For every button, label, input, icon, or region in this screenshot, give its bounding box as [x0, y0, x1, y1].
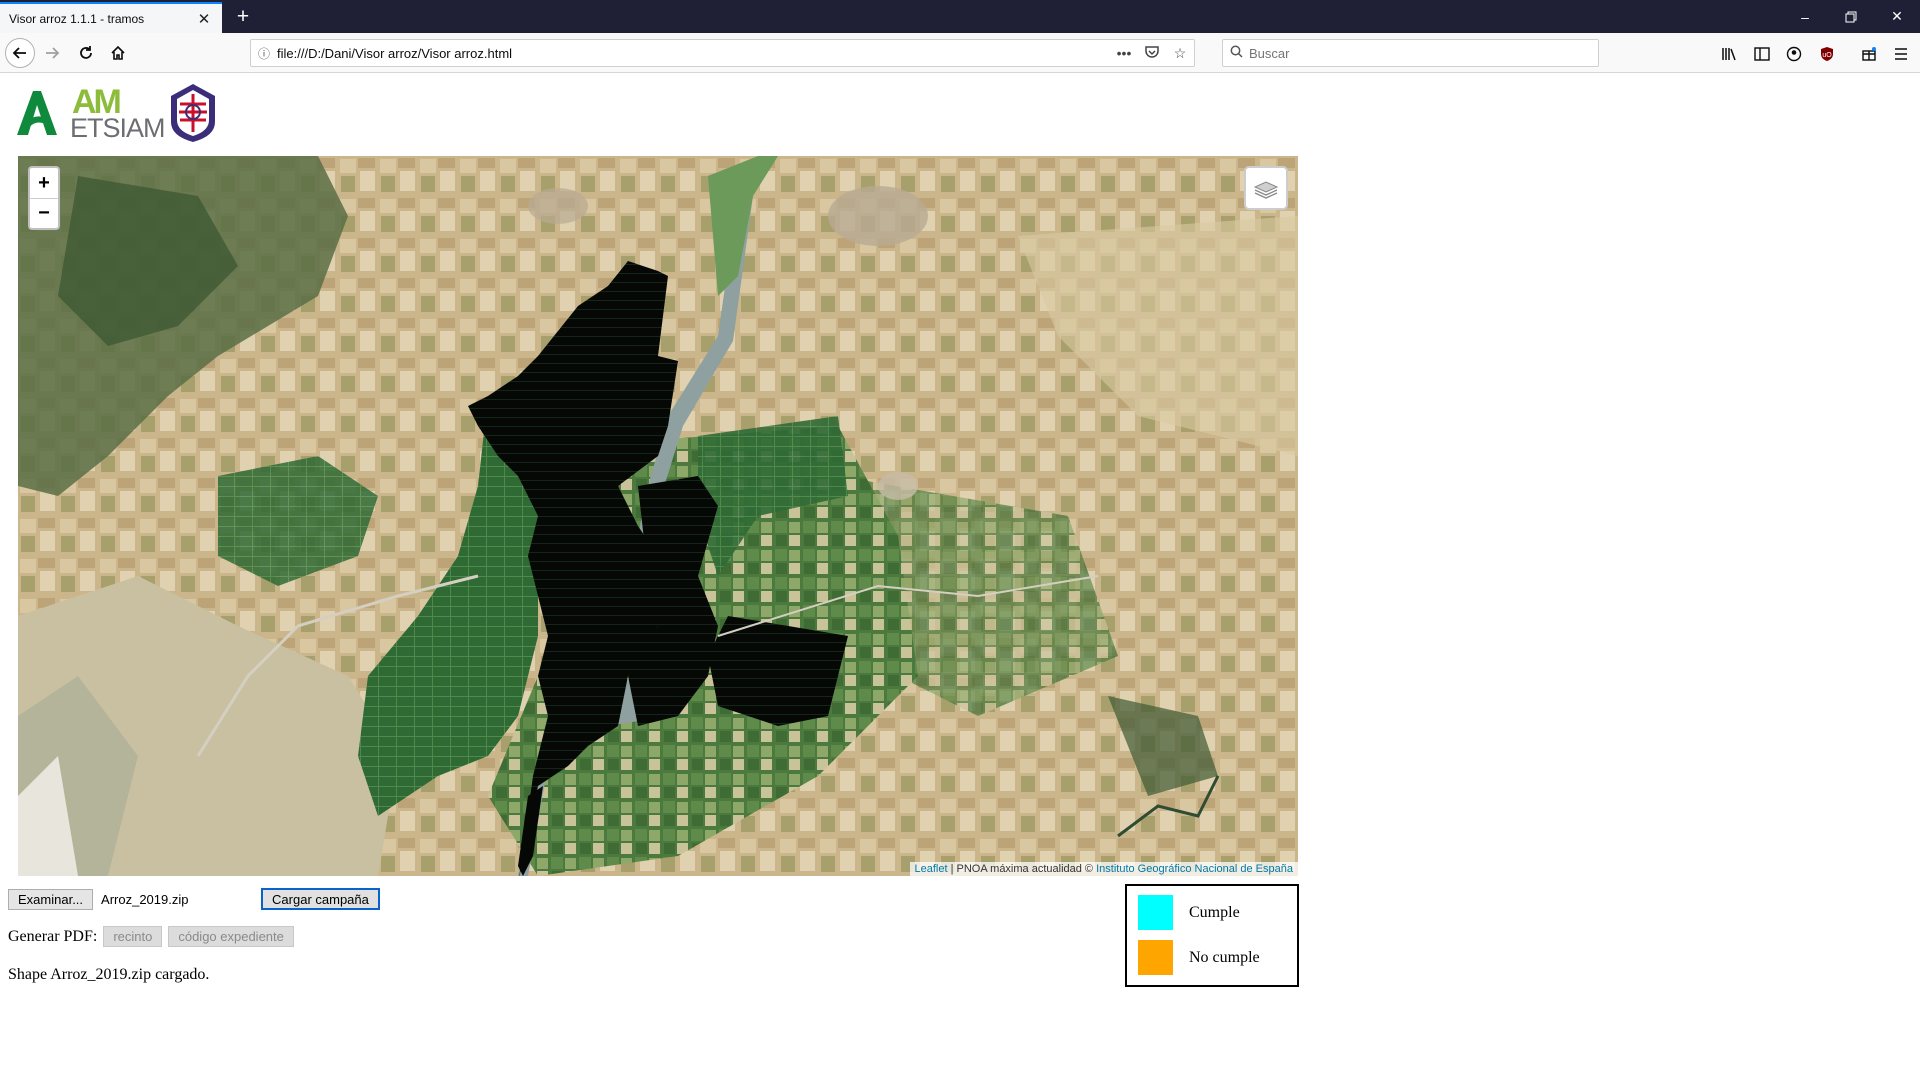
svg-text:uO: uO [1822, 52, 1832, 59]
generate-pdf-label: Generar PDF: [8, 927, 98, 945]
ublock-icon[interactable]: uO [1816, 43, 1838, 65]
extensions-icon[interactable] [1858, 43, 1880, 65]
legend-item: Cumple [1138, 895, 1240, 930]
status-message: Shape Arroz_2019.zip cargado. [8, 966, 210, 983]
load-campaign-button[interactable]: Cargar campaña [261, 888, 380, 910]
page-actions-icon[interactable]: ••• [1110, 45, 1138, 61]
search-bar[interactable] [1222, 39, 1599, 67]
recinto-button[interactable]: recinto [103, 926, 163, 947]
pnoa-attribution: PNOA máxima actualidad © [956, 863, 1097, 875]
bookmark-star-icon[interactable]: ☆ [1166, 45, 1194, 62]
legend-swatch-cumple [1138, 895, 1173, 930]
legend-swatch-no-cumple [1138, 940, 1173, 975]
legend-label: No cumple [1189, 948, 1260, 966]
logo-strip: AM ETSIAM [14, 80, 218, 146]
map-legend: Cumple No cumple [1125, 884, 1299, 987]
reload-icon[interactable] [72, 39, 100, 67]
zoom-control: + − [28, 166, 60, 230]
layers-button[interactable] [1244, 166, 1288, 210]
browse-button[interactable]: Examinar... [8, 888, 94, 910]
legend-label: Cumple [1189, 903, 1240, 921]
search-input[interactable] [1249, 45, 1598, 61]
zoom-in-button[interactable]: + [30, 168, 58, 198]
close-window-icon[interactable]: ✕ [1874, 0, 1920, 33]
ign-link[interactable]: Instituto Geográfico Nacional de España [1096, 863, 1293, 875]
selected-file-name: Arroz_2019.zip [101, 891, 189, 907]
search-icon [1223, 45, 1249, 61]
layers-icon [1253, 181, 1279, 199]
leaflet-link[interactable]: Leaflet [915, 863, 948, 875]
sidebar-icon[interactable] [1751, 43, 1773, 65]
browser-tab[interactable]: Visor arroz 1.1.1 - tramos ✕ [0, 2, 222, 33]
browser-titlebar: Visor arroz 1.1.1 - tramos ✕ + – ✕ [0, 0, 1920, 33]
menu-icon[interactable] [1890, 43, 1912, 65]
file-controls: Examinar... Arroz_2019.zip Cargar campañ… [8, 888, 380, 910]
url-bar[interactable]: ⓘ file:///D:/Dani/Visor arroz/Visor arro… [250, 39, 1195, 67]
legend-item: No cumple [1138, 940, 1260, 975]
close-tab-icon[interactable]: ✕ [195, 10, 213, 28]
back-arrow-icon[interactable] [5, 38, 35, 68]
expediente-button[interactable]: código expediente [168, 926, 294, 947]
junta-andalucia-logo [17, 91, 57, 135]
etsiam-logo: AM ETSIAM [70, 83, 166, 143]
home-icon[interactable] [104, 39, 132, 67]
map-imagery [18, 156, 1298, 876]
navigation-toolbar: ⓘ file:///D:/Dani/Visor arroz/Visor arro… [0, 33, 1920, 73]
university-cordoba-logo [171, 84, 215, 142]
tab-title: Visor arroz 1.1.1 - tramos [9, 11, 145, 26]
new-tab-icon[interactable]: + [230, 4, 256, 30]
url-text[interactable]: file:///D:/Dani/Visor arroz/Visor arroz.… [277, 46, 1110, 61]
map-attribution: Leaflet | PNOA máxima actualidad © Insti… [909, 862, 1298, 876]
pocket-icon[interactable] [1138, 45, 1166, 62]
zoom-out-button[interactable]: − [30, 198, 58, 228]
restore-icon[interactable] [1828, 0, 1874, 33]
satellite-map[interactable]: + − Leaflet | PNOA máxima actualidad © I… [18, 156, 1298, 876]
minimize-icon[interactable]: – [1782, 0, 1828, 33]
pdf-controls: Generar PDF: recinto código expediente [8, 926, 294, 947]
page-info-icon[interactable]: ⓘ [251, 45, 277, 62]
attribution-separator: | [947, 863, 957, 875]
account-icon[interactable] [1783, 43, 1805, 65]
forward-arrow-icon[interactable] [38, 39, 66, 67]
library-icon[interactable] [1718, 43, 1740, 65]
